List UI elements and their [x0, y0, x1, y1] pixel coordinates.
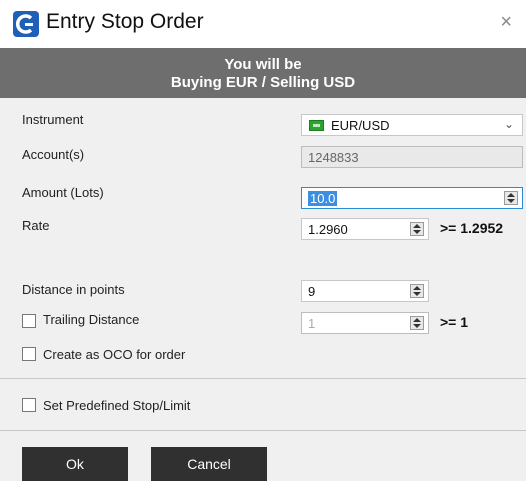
- distance-label: Distance in points: [22, 282, 125, 297]
- rate-spinner-icon[interactable]: [410, 222, 424, 236]
- order-summary-banner: You will be Buying EUR / Selling USD: [0, 48, 526, 98]
- instrument-select[interactable]: EUR/USD ⌄: [301, 114, 523, 136]
- instrument-value: EUR/USD: [331, 118, 390, 133]
- section-divider-bottom: [0, 430, 526, 431]
- accounts-field: 1248833: [301, 146, 523, 168]
- oco-label: Create as OCO for order: [43, 347, 186, 362]
- chevron-down-icon[interactable]: ⌄: [504, 117, 514, 131]
- banner-line-2: Buying EUR / Selling USD: [170, 74, 356, 91]
- amount-label: Amount (Lots): [22, 185, 104, 200]
- eurusd-flag-icon: [309, 120, 324, 131]
- rate-constraint: >= 1.2952: [440, 220, 504, 236]
- app-logo-icon: [13, 11, 39, 37]
- distance-input[interactable]: 9: [301, 280, 429, 302]
- instrument-label: Instrument: [22, 112, 84, 127]
- accounts-value: 1248833: [308, 150, 359, 165]
- title-bar: Entry Stop Order ×: [0, 0, 526, 48]
- rate-input[interactable]: 1.2960: [301, 218, 429, 240]
- predefined-checkbox[interactable]: [22, 398, 36, 412]
- rate-value: 1.2960: [308, 222, 348, 237]
- oco-checkbox[interactable]: [22, 347, 36, 361]
- amount-spinner-icon[interactable]: [504, 191, 518, 205]
- accounts-label: Account(s): [22, 147, 85, 162]
- trailing-checkbox[interactable]: [22, 314, 36, 328]
- trailing-label: Trailing Distance: [43, 312, 140, 327]
- window-title: Entry Stop Order: [46, 10, 204, 33]
- banner-line-1: You will be: [224, 56, 302, 73]
- trailing-value: 1: [308, 316, 316, 331]
- cancel-button[interactable]: Cancel: [151, 447, 267, 481]
- ok-button[interactable]: Ok: [22, 447, 128, 481]
- amount-input[interactable]: 10.0: [301, 187, 523, 209]
- rate-label: Rate: [22, 218, 50, 233]
- trailing-spinner-icon[interactable]: [410, 316, 424, 330]
- close-icon[interactable]: ×: [500, 11, 512, 34]
- trailing-constraint: >= 1: [440, 314, 469, 330]
- trailing-input[interactable]: 1: [301, 312, 429, 334]
- amount-value: 10.0: [308, 191, 338, 206]
- predefined-label: Set Predefined Stop/Limit: [43, 398, 191, 413]
- distance-value: 9: [308, 284, 316, 299]
- distance-spinner-icon[interactable]: [410, 284, 424, 298]
- section-divider-top: [0, 378, 526, 379]
